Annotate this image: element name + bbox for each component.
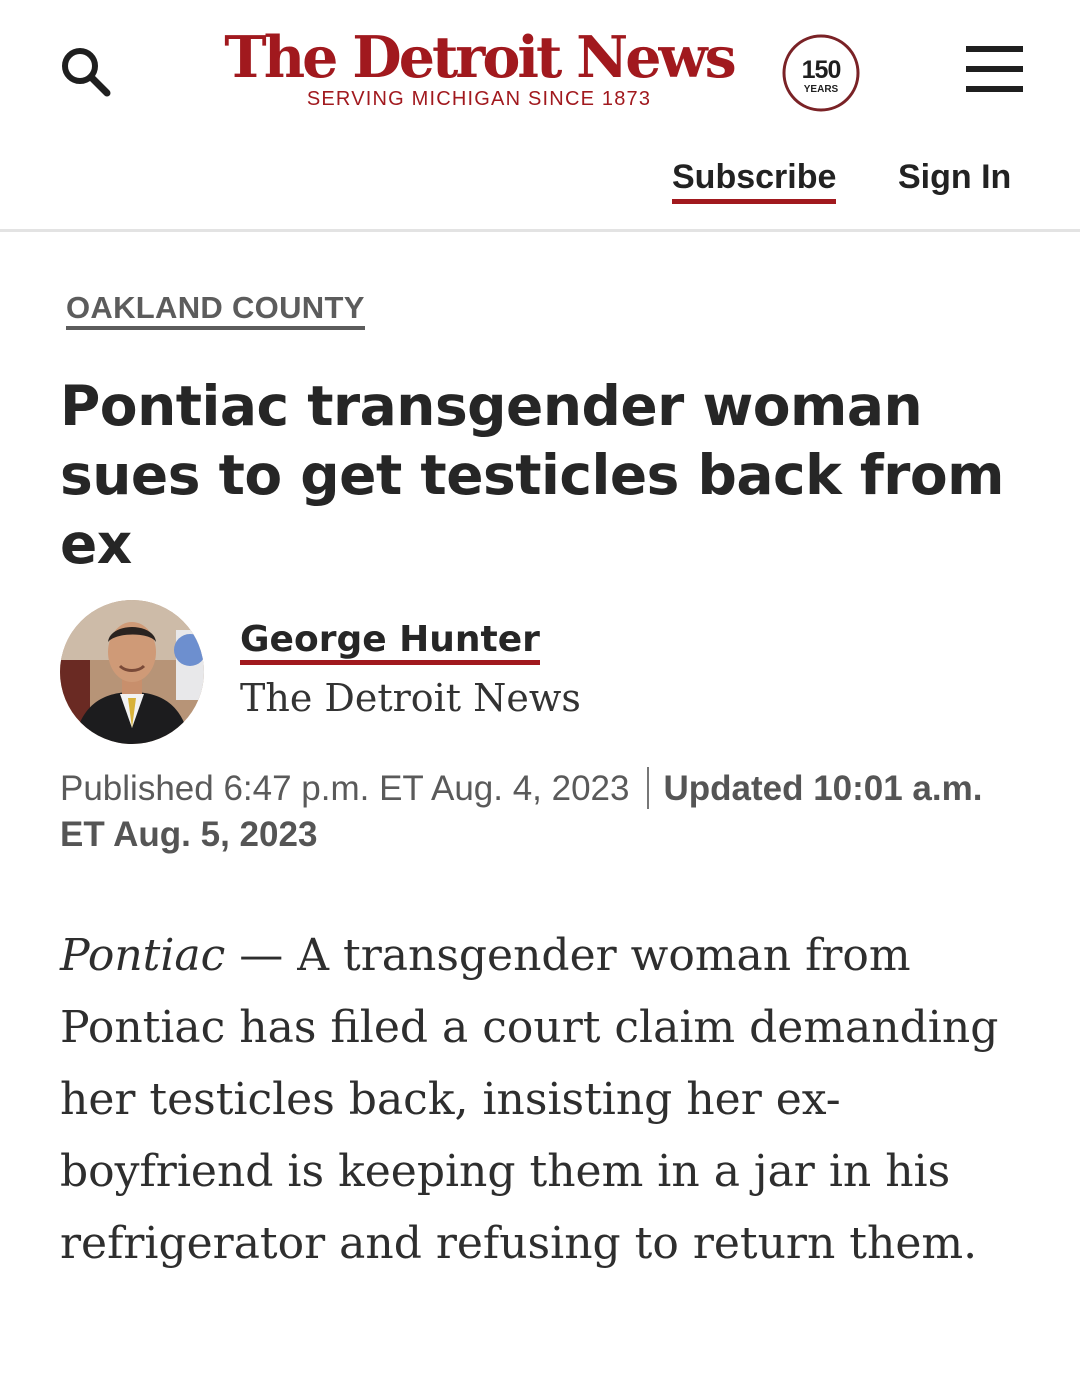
search-icon: [62, 48, 111, 97]
publish-info: Published 6:47 p.m. ET Aug. 4, 2023 Updat…: [60, 766, 1020, 858]
author-organization: The Detroit News: [240, 676, 581, 720]
menu-button[interactable]: [966, 46, 1026, 94]
anniversary-badge: 150 YEARS: [780, 32, 862, 114]
dateline-dash: —: [225, 930, 298, 981]
subscribe-link[interactable]: Subscribe: [672, 158, 837, 204]
date-divider: [647, 767, 650, 809]
dateline-place: Pontiac: [60, 930, 226, 981]
section-link[interactable]: OAKLAND COUNTY: [66, 290, 365, 330]
site-header: The Detroit News SERVING MICHIGAN SINCE …: [0, 0, 1080, 232]
hamburger-menu-icon: [966, 46, 1023, 52]
brand-tagline: SERVING MICHIGAN SINCE 1873: [306, 88, 652, 110]
author-avatar[interactable]: [60, 600, 204, 744]
search-button[interactable]: [56, 42, 116, 102]
brand-name: The Detroit News: [224, 24, 736, 91]
badge-number: 150: [802, 56, 841, 84]
article-lead-paragraph: Pontiac — A transgender woman from Ponti…: [60, 920, 1020, 1280]
sign-in-link[interactable]: Sign In: [898, 158, 1011, 197]
article-headline: Pontiac transgender woman sues to get te…: [60, 374, 1005, 576]
author-name[interactable]: George Hunter: [240, 620, 540, 665]
site-logo[interactable]: The Detroit News SERVING MICHIGAN SINCE …: [214, 26, 744, 111]
badge-label: YEARS: [804, 84, 839, 95]
published-date: Published 6:47 p.m. ET Aug. 4, 2023: [60, 769, 630, 808]
